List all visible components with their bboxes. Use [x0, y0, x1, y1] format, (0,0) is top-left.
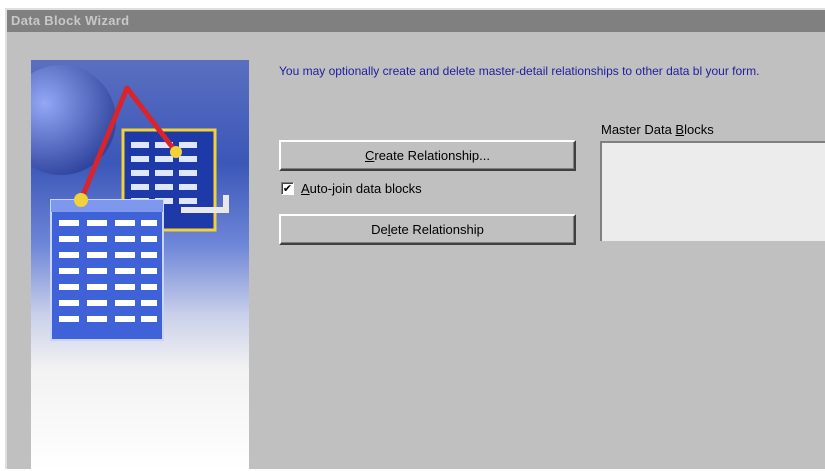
- create-button-mnemonic: C: [364, 148, 375, 163]
- master-data-blocks-list[interactable]: [600, 141, 825, 241]
- delete-button-label: ete Relationship: [390, 222, 484, 237]
- wizard-window: Data Block Wizard You may optionally cre…: [5, 8, 825, 471]
- create-relationship-button[interactable]: Create Relationship...: [279, 140, 576, 171]
- delete-button-prefix: De: [371, 222, 388, 237]
- autojoin-label: Auto-join data blocks: [301, 181, 422, 196]
- autojoin-row[interactable]: ✔ Auto-join data blocks: [281, 180, 422, 196]
- create-button-label: reate Relationship...: [374, 148, 490, 163]
- autojoin-mnemonic: A: [301, 180, 310, 196]
- master-label-rest: locks: [684, 122, 714, 137]
- master-data-blocks-label: Master Data Blocks: [601, 122, 714, 137]
- window-title: Data Block Wizard: [11, 13, 130, 28]
- master-label-prefix: Master Data: [601, 122, 676, 137]
- autojoin-checkbox[interactable]: ✔: [281, 181, 294, 195]
- autojoin-label-text: uto-join data blocks: [309, 180, 422, 196]
- wizard-illustration-graphic: [31, 65, 229, 341]
- wizard-illustration: [31, 60, 249, 471]
- delete-relationship-button[interactable]: Delete Relationship: [279, 214, 576, 245]
- checkmark-icon: ✔: [282, 181, 293, 195]
- intro-text: You may optionally create and delete mas…: [279, 64, 760, 78]
- master-label-mnemonic: B: [675, 122, 685, 137]
- title-bar: Data Block Wizard: [7, 10, 825, 32]
